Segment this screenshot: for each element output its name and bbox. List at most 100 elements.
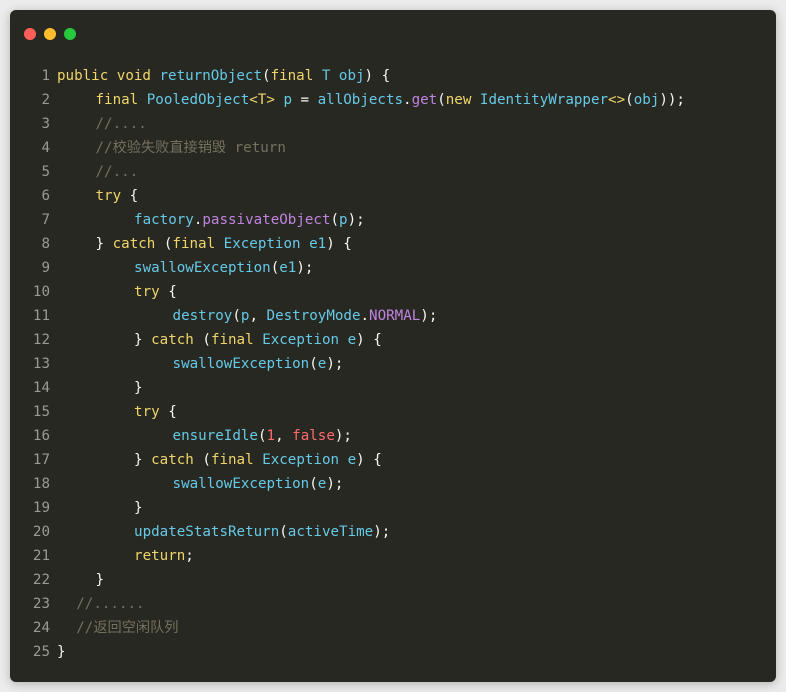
code-line: 8} catch (final Exception e1) { <box>10 232 776 256</box>
line-number: 5 <box>41 164 50 180</box>
code-line: 1 public void returnObject(final T obj) { <box>10 64 776 88</box>
line-number: 25 <box>32 644 50 660</box>
line-number: 17 <box>32 452 50 468</box>
code-token: updateStatsReturn <box>134 524 280 540</box>
code-token: try <box>134 404 160 420</box>
code-line: 3 //.... <box>10 112 776 136</box>
code-token: } <box>134 380 143 396</box>
code-text: ensureIdle(1, false); <box>173 424 352 448</box>
code-token: ) { <box>326 236 352 252</box>
code-token: IdentityWrapper <box>479 92 609 108</box>
code-token: , <box>249 308 267 324</box>
code-line: 13 swallowException(e); <box>10 352 776 376</box>
code-token: ) { <box>356 452 382 468</box>
line-number: 16 <box>32 428 50 444</box>
code-token: e <box>347 332 357 348</box>
code-text: return; <box>134 544 194 568</box>
code-token: final <box>270 68 322 84</box>
line-number: 12 <box>32 332 50 348</box>
code-token: ( <box>257 428 267 444</box>
code-token: <> <box>608 92 626 108</box>
code-token: new <box>445 92 480 108</box>
code-text: swallowException(e1); <box>134 256 313 280</box>
code-text: public void returnObject(final T obj) { <box>57 64 390 88</box>
code-text: //.... <box>96 112 147 136</box>
code-window: 1 public void returnObject(final T obj) {… <box>10 10 776 682</box>
code-text: } catch (final Exception e1) { <box>96 232 352 256</box>
code-token: { <box>159 404 177 420</box>
code-line: 4 //校验失败直接销毁 return <box>10 136 776 160</box>
line-number: 18 <box>32 476 50 492</box>
code-token: PooledObject <box>146 92 250 108</box>
code-token: catch <box>112 236 156 252</box>
code-token: ); <box>347 212 365 228</box>
code-token: . <box>403 92 412 108</box>
code-line: 2 final PooledObject<T> p = allObjects.ge… <box>10 88 776 112</box>
line-number: 14 <box>32 380 50 396</box>
code-token: p <box>283 92 292 108</box>
close-dot-icon[interactable] <box>24 28 36 40</box>
line-number: 11 <box>32 308 50 324</box>
code-line: 9 swallowException(e1); <box>10 256 776 280</box>
code-token: ; <box>185 548 194 564</box>
code-text: updateStatsReturn(activeTime); <box>134 520 390 544</box>
line-number: 9 <box>41 260 50 276</box>
code-token: <T> <box>249 92 275 108</box>
minimize-dot-icon[interactable] <box>44 28 56 40</box>
code-token: ensureIdle <box>172 428 258 444</box>
zoom-dot-icon[interactable] <box>64 28 76 40</box>
code-token: final <box>95 92 147 108</box>
code-line: 11 destroy(p, DestroyMode.NORMAL); <box>10 304 776 328</box>
code-text: final PooledObject<T> p = allObjects.get… <box>96 88 685 112</box>
code-text: try { <box>134 400 177 424</box>
line-number: 23 <box>32 596 50 612</box>
code-line: 17} catch (final Exception e) { <box>10 448 776 472</box>
code-token: final <box>210 452 263 468</box>
code-token: ); <box>296 260 314 276</box>
line-number: 13 <box>32 356 50 372</box>
code-text: } <box>134 376 143 400</box>
code-token: swallowException <box>172 356 310 372</box>
code-token: swallowException <box>172 476 310 492</box>
code-token: ( <box>330 212 340 228</box>
code-text: //... <box>96 160 139 184</box>
code-token: 1 <box>266 428 276 444</box>
code-token: ( <box>262 68 271 84</box>
code-text: } catch (final Exception e) { <box>134 328 382 352</box>
code-line: 16 ensureIdle(1, false); <box>10 424 776 448</box>
code-token: final <box>210 332 263 348</box>
line-number: 3 <box>41 116 50 132</box>
code-line: 12 } catch (final Exception e) { <box>10 328 776 352</box>
code-token: try <box>95 188 122 204</box>
code-token: Exception <box>262 332 348 348</box>
code-line: 21 return; <box>10 544 776 568</box>
line-number: 19 <box>32 500 50 516</box>
code-line: 5 //... <box>10 160 776 184</box>
code-token: return <box>134 548 186 564</box>
code-token: void <box>116 68 160 84</box>
line-number: 20 <box>32 524 50 540</box>
code-line: 24 //返回空闲队列 <box>10 616 776 640</box>
code-token: ); <box>373 524 391 540</box>
code-token: //...... <box>76 596 145 612</box>
code-token: //返回空闲队列 <box>76 620 179 636</box>
code-token: try <box>134 284 160 300</box>
code-line: 18 swallowException(e); <box>10 472 776 496</box>
code-token: Exception <box>262 452 348 468</box>
code-text: try { <box>96 184 139 208</box>
line-number: 22 <box>32 572 50 588</box>
code-token: obj <box>633 92 660 108</box>
code-line: 25} <box>10 640 776 664</box>
code-token: ( <box>279 524 288 540</box>
code-token: ); <box>420 308 438 324</box>
code-token: //校验失败直接销毁 return <box>95 140 286 156</box>
code-token: catch <box>151 332 194 348</box>
code-token: public <box>57 68 117 84</box>
line-number: 4 <box>41 140 50 156</box>
code-token: //... <box>95 164 139 180</box>
code-token: ( <box>437 92 446 108</box>
code-token: } <box>134 500 143 516</box>
code-token: ( <box>155 236 173 252</box>
code-token: } <box>95 572 105 588</box>
code-line: 14} <box>10 376 776 400</box>
